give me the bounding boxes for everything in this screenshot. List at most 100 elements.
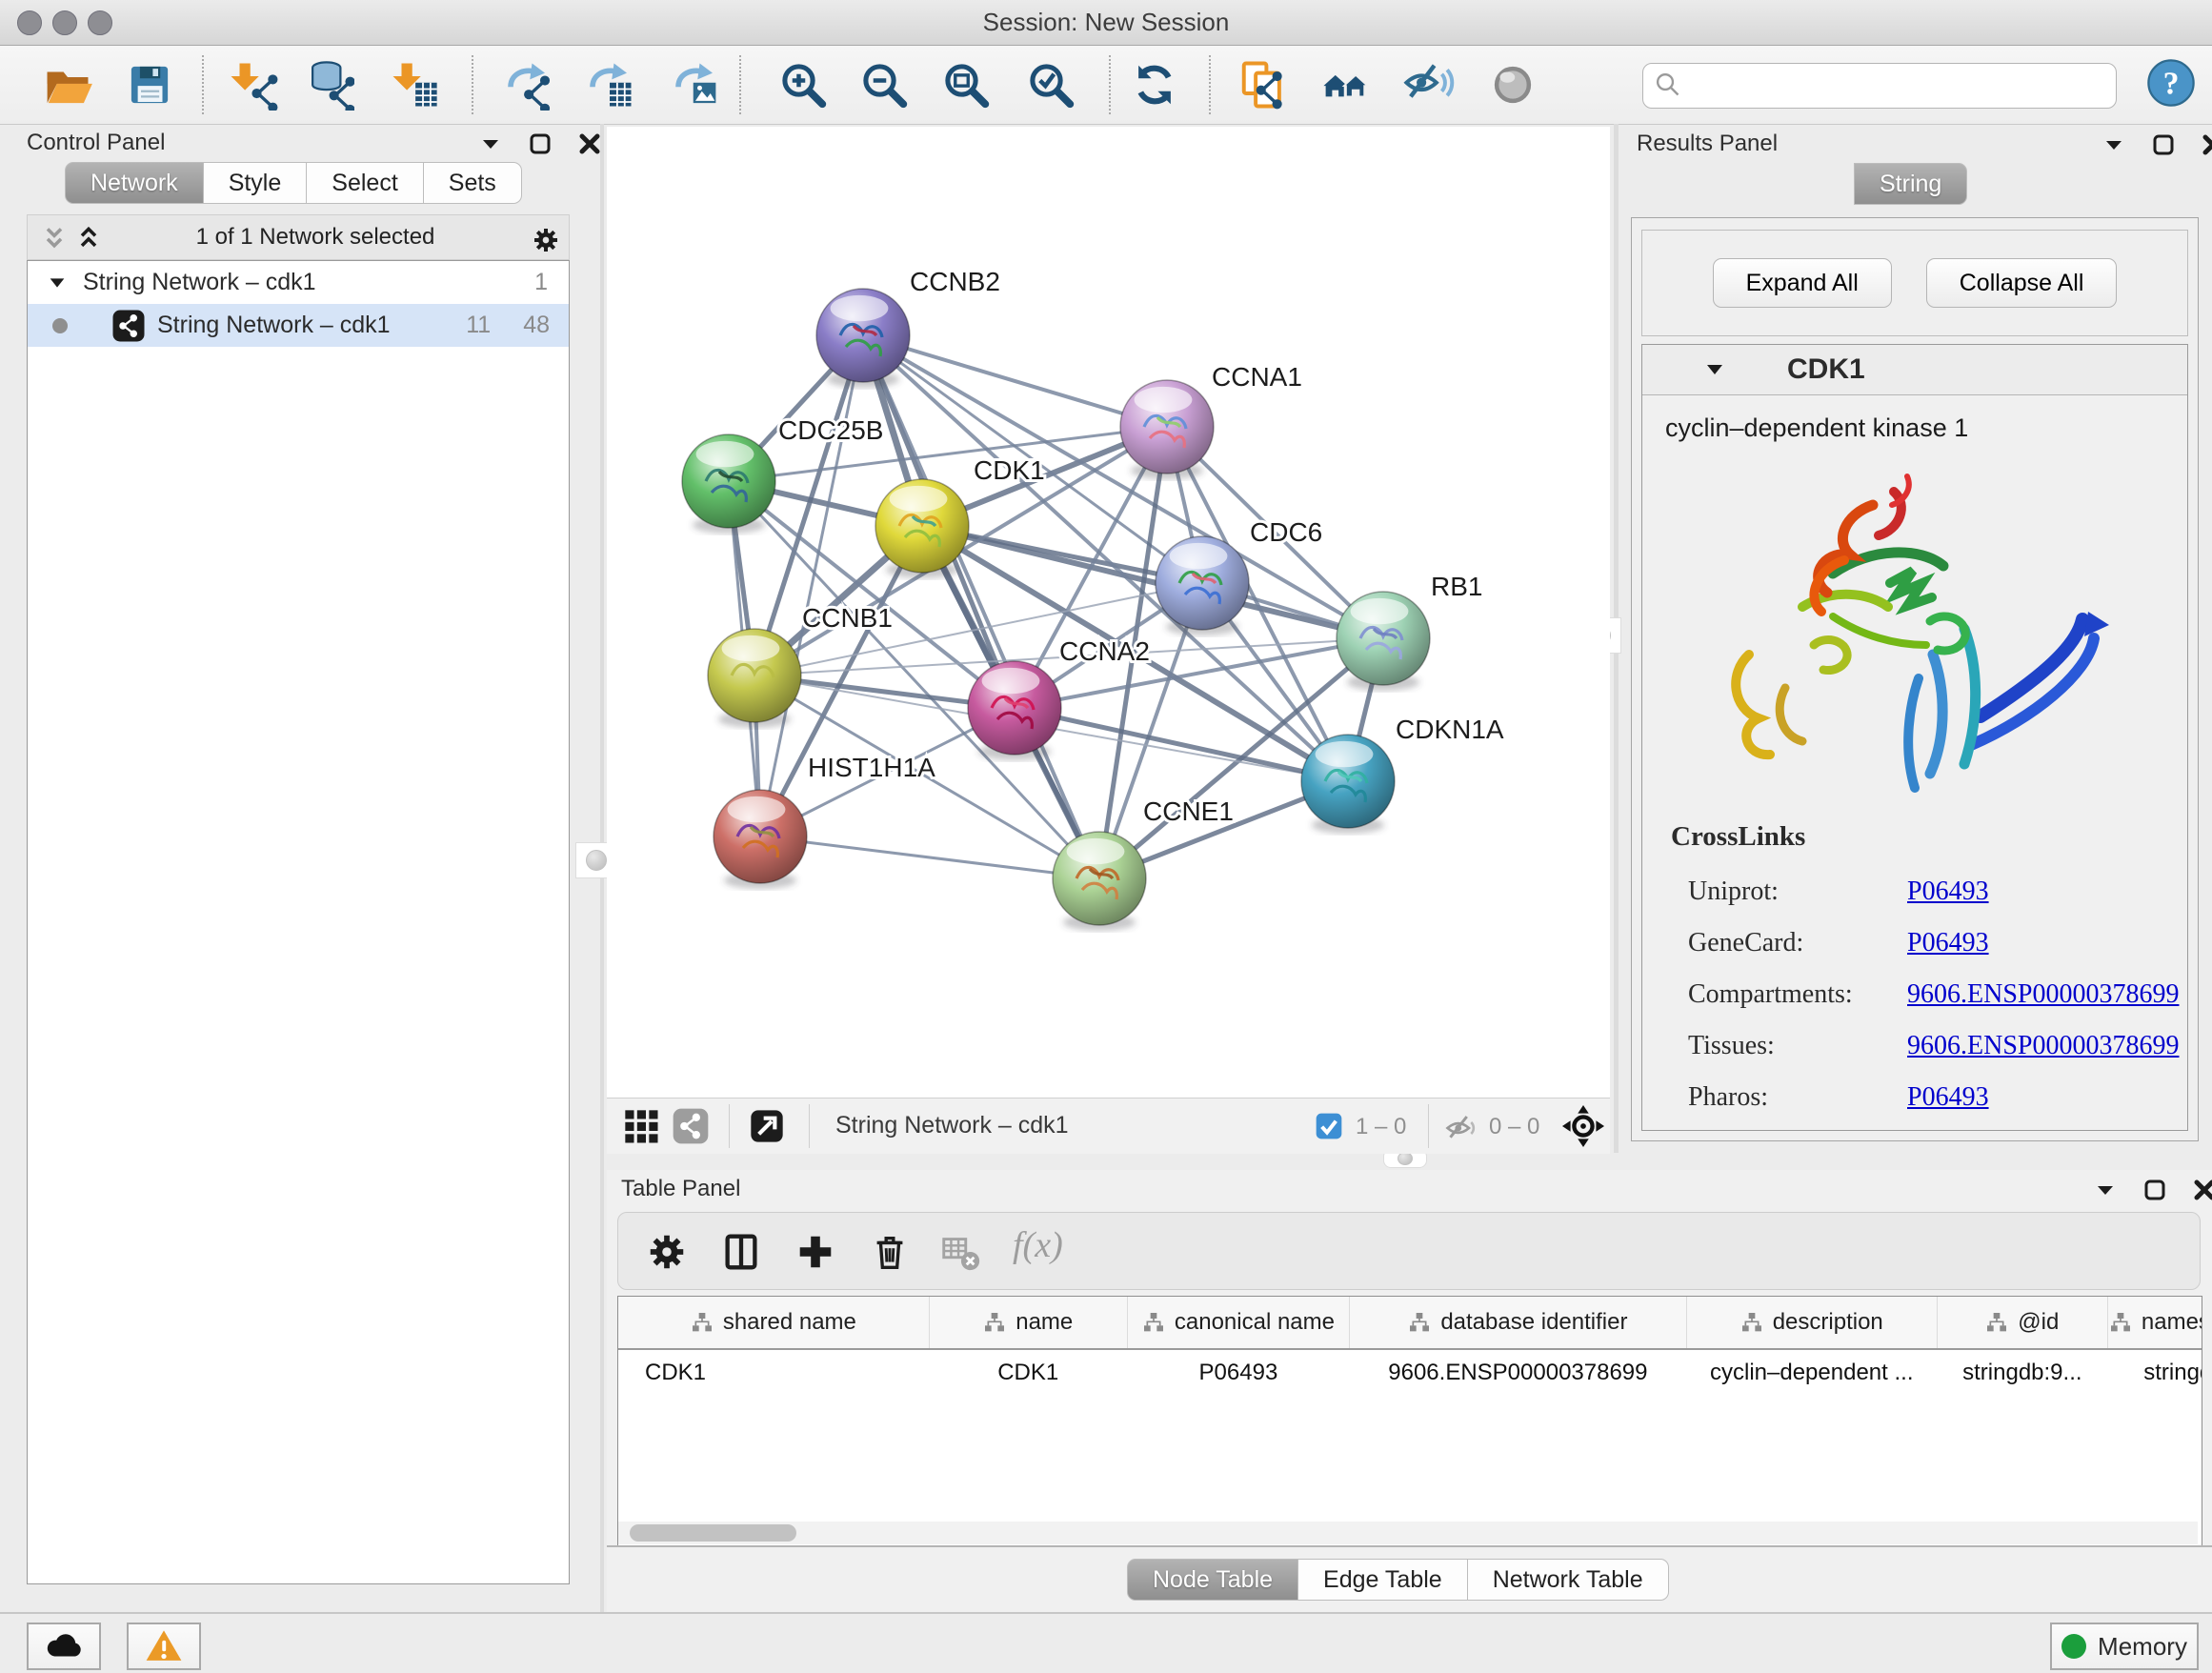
column-header-shared-name[interactable]: shared name [618, 1297, 929, 1349]
network-view[interactable]: CCNB2 CCNA1 CDC25B CDK1 CDC6 [607, 127, 1610, 1153]
close-panel-icon[interactable] [2201, 132, 2212, 157]
edge-CCNB2-CCNE1[interactable] [863, 335, 1099, 878]
cell[interactable]: CDK1 [618, 1349, 929, 1396]
panel-menu-icon[interactable] [478, 131, 503, 156]
network-graph[interactable]: CCNB2 CCNA1 CDC25B CDK1 CDC6 [607, 127, 1610, 1098]
import-network-file-icon[interactable] [227, 59, 278, 111]
tab-network[interactable]: Network [65, 162, 204, 204]
edge-HIST1H1A-CCNE1[interactable] [760, 836, 1099, 878]
warnings-button[interactable] [127, 1623, 201, 1670]
node-table[interactable]: shared namenamecanonical namedatabase id… [617, 1296, 2202, 1547]
open-in-window-icon[interactable] [748, 1107, 786, 1145]
cell[interactable]: P06493 [1127, 1349, 1349, 1396]
crosslink-link[interactable]: 9606.ENSP00000378699 [1907, 979, 2179, 1010]
collection-expand-icon[interactable] [47, 272, 75, 293]
hidden-eye-icon[interactable] [1443, 1111, 1478, 1145]
show-columns-icon[interactable] [719, 1230, 763, 1274]
table-row[interactable]: CDK1CDK1P064939606.ENSP00000378699cyclin… [618, 1349, 2202, 1396]
column-header--id[interactable]: @id [1937, 1297, 2107, 1349]
cell[interactable]: stringdb:9... [1937, 1349, 2107, 1396]
selected-checkbox-icon[interactable] [1314, 1111, 1344, 1141]
crosslink-link[interactable]: P06493 [1907, 877, 1989, 907]
cell[interactable]: 9606.ENSP00000378699 [1350, 1349, 1687, 1396]
node-HIST1H1A[interactable]: HIST1H1A [714, 753, 935, 889]
tab-style[interactable]: Style [204, 162, 308, 204]
help-icon[interactable]: ? [2145, 57, 2197, 109]
node-CCNA1[interactable]: CCNA1 [1120, 362, 1302, 479]
grid-view-icon[interactable] [622, 1107, 660, 1145]
network-collection-row[interactable]: String Network – cdk1 1 [28, 261, 569, 304]
search-box[interactable] [1642, 63, 2117, 109]
new-network-icon[interactable] [502, 59, 553, 111]
scrollbar-thumb[interactable] [630, 1524, 796, 1542]
panel-menu-icon[interactable] [2093, 1178, 2118, 1202]
cell[interactable]: stringdb [2107, 1349, 2202, 1396]
open-file-icon[interactable] [42, 59, 93, 111]
node-RB1[interactable]: RB1 [1337, 572, 1482, 691]
edge-CCNB2-CCNA1[interactable] [863, 335, 1167, 427]
refresh-icon[interactable] [1129, 59, 1180, 111]
column-header-name[interactable]: name [929, 1297, 1127, 1349]
close-panel-icon[interactable] [577, 131, 602, 156]
expand-all-networks-icon[interactable] [75, 225, 100, 250]
delete-column-icon[interactable] [868, 1230, 912, 1274]
node-CCNE1[interactable]: CCNE1 [1053, 796, 1234, 931]
crosslink-link[interactable]: P06493 [1907, 1082, 1989, 1113]
search-input[interactable] [1689, 68, 2102, 104]
crosslink-link[interactable]: 9606.ENSP00000378699 [1907, 1031, 2179, 1061]
string-tab-icon[interactable] [672, 1107, 710, 1145]
export-image-icon[interactable] [670, 59, 721, 111]
cell[interactable]: cyclin–dependent ... [1686, 1349, 1937, 1396]
float-window-icon[interactable] [2142, 1178, 2167, 1202]
tree-icon [2109, 1311, 2132, 1334]
birds-eye-crosshair-icon[interactable] [1561, 1104, 1605, 1148]
column-header-database-identifier[interactable]: database identifier [1350, 1297, 1687, 1349]
save-session-icon[interactable] [124, 59, 175, 111]
hide-selected-icon[interactable] [1403, 59, 1455, 111]
add-column-icon[interactable] [794, 1230, 837, 1274]
tab-network-table[interactable]: Network Table [1468, 1559, 1669, 1601]
crosslink-link[interactable]: P06493 [1907, 928, 1989, 958]
node-section-header[interactable]: CDK1 [1642, 345, 2187, 395]
edge-CCNA2-CDKN1A[interactable] [1015, 708, 1348, 781]
column-header-canonical-name[interactable]: canonical name [1127, 1297, 1349, 1349]
cell[interactable]: CDK1 [929, 1349, 1127, 1396]
float-window-icon[interactable] [2151, 132, 2176, 157]
cloud-button[interactable] [27, 1623, 101, 1670]
node-CCNB1[interactable]: CCNB1 [708, 603, 893, 728]
window-zoom-button[interactable] [88, 10, 112, 35]
tab-string[interactable]: String [1854, 163, 1967, 205]
tab-select[interactable]: Select [307, 162, 423, 204]
show-all-icon[interactable] [1487, 59, 1538, 111]
tab-sets[interactable]: Sets [424, 162, 522, 204]
tab-edge-table[interactable]: Edge Table [1298, 1559, 1468, 1601]
panel-menu-icon[interactable] [2101, 132, 2126, 157]
network-row-selected[interactable]: String Network – cdk1 11 48 [28, 304, 569, 347]
window-close-button[interactable] [17, 10, 42, 35]
collapse-all-button[interactable]: Collapse All [1926, 258, 2118, 308]
window-minimize-button[interactable] [52, 10, 77, 35]
float-window-icon[interactable] [528, 131, 553, 156]
zoom-selected-icon[interactable] [1025, 59, 1076, 111]
new-table-icon[interactable] [584, 59, 635, 111]
zoom-in-icon[interactable] [777, 59, 829, 111]
node-CDKN1A[interactable]: CDKN1A [1301, 715, 1504, 834]
network-options-gear-icon[interactable] [531, 225, 555, 250]
expand-all-button[interactable]: Expand All [1713, 258, 1892, 308]
table-options-gear-icon[interactable] [645, 1230, 689, 1274]
first-neighbors-icon[interactable] [1320, 59, 1372, 111]
memory-button[interactable]: Memory [2050, 1623, 2199, 1670]
memory-status-dot [2061, 1634, 2086, 1659]
zoom-fit-icon[interactable] [940, 59, 992, 111]
tab-node-table[interactable]: Node Table [1127, 1559, 1298, 1601]
section-collapse-icon[interactable] [1703, 358, 1728, 381]
zoom-out-icon[interactable] [858, 59, 910, 111]
collapse-all-networks-icon[interactable] [41, 225, 66, 250]
clone-network-icon[interactable] [1237, 59, 1289, 111]
column-header-description[interactable]: description [1686, 1297, 1937, 1349]
import-table-icon[interactable] [389, 59, 440, 111]
close-panel-icon[interactable] [2192, 1178, 2212, 1202]
column-header-namespace[interactable]: namespace [2107, 1297, 2202, 1349]
import-network-database-icon[interactable] [303, 59, 354, 111]
table-horizontal-scrollbar[interactable] [618, 1522, 2198, 1544]
